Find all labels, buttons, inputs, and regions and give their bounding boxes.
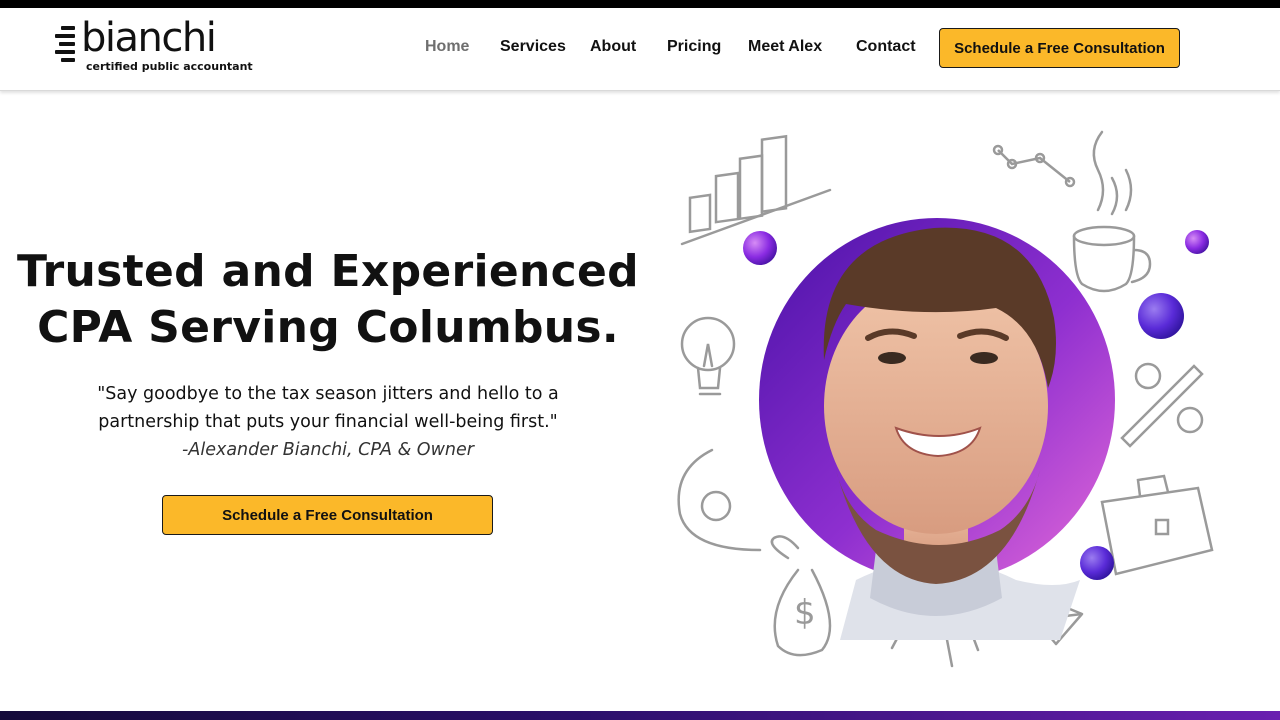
site-header: bianchi certified public accountant Home… bbox=[0, 8, 1280, 91]
hero-consultation-button[interactable]: Schedule a Free Consultation bbox=[162, 495, 493, 535]
nav-services[interactable]: Services bbox=[500, 37, 566, 57]
alex-portrait bbox=[823, 227, 1080, 640]
purple-orb-decoration bbox=[743, 231, 777, 265]
line-graph-icon bbox=[992, 144, 1076, 188]
svg-text:$: $ bbox=[794, 593, 816, 633]
briefcase-icon bbox=[1100, 474, 1214, 576]
purple-orb-decoration bbox=[1080, 546, 1114, 580]
bottom-gradient-band bbox=[0, 711, 1280, 720]
hero-illustration: $ bbox=[677, 130, 1214, 668]
percent-icon bbox=[1120, 362, 1204, 448]
spiral-doodle-icon bbox=[677, 448, 762, 552]
hero-title-line2: CPA Serving Columbus. bbox=[37, 302, 619, 353]
purple-orb-decoration bbox=[1138, 293, 1184, 339]
hero-quote-line1: "Say goodbye to the tax season jitters a… bbox=[97, 384, 559, 404]
nav-meet-alex[interactable]: Meet Alex bbox=[748, 37, 822, 57]
nav-about[interactable]: About bbox=[590, 37, 636, 57]
hero-quote: "Say goodbye to the tax season jitters a… bbox=[0, 380, 656, 436]
nav-home[interactable]: Home bbox=[425, 37, 469, 57]
hero-title: Trusted and Experienced CPA Serving Colu… bbox=[0, 244, 656, 356]
money-bag-icon: $ bbox=[770, 535, 832, 657]
hero-attribution: -Alexander Bianchi, CPA & Owner bbox=[182, 440, 474, 460]
nav-pricing[interactable]: Pricing bbox=[667, 37, 721, 57]
purple-orb-decoration bbox=[1185, 230, 1209, 254]
header-consultation-button[interactable]: Schedule a Free Consultation bbox=[939, 28, 1180, 68]
coffee-mug-icon bbox=[1072, 130, 1152, 293]
top-strip bbox=[0, 0, 1280, 8]
nav-contact[interactable]: Contact bbox=[856, 37, 916, 57]
lightbulb-icon bbox=[680, 316, 736, 396]
hero-title-line1: Trusted and Experienced bbox=[17, 246, 639, 297]
hero-quote-line2: partnership that puts your financial wel… bbox=[98, 412, 558, 432]
bar-chart-icon bbox=[680, 134, 832, 246]
